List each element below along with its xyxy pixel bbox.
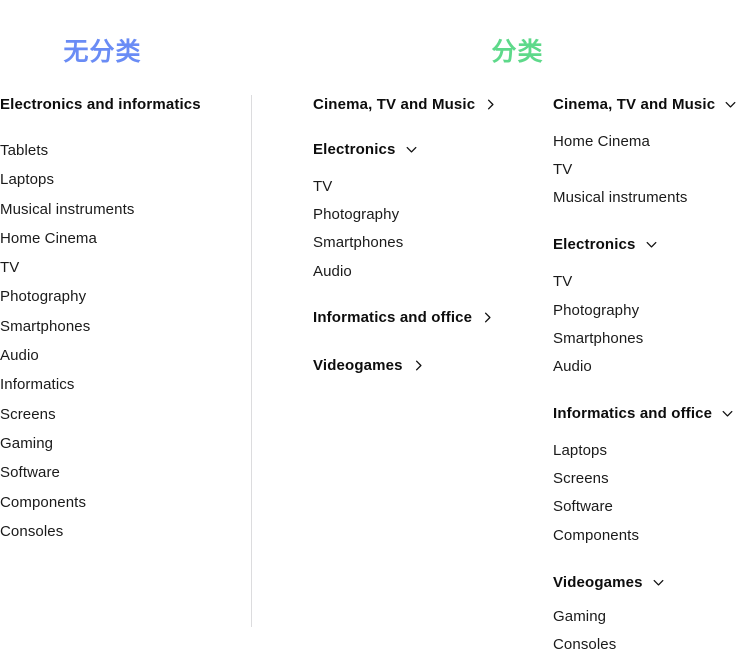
category-group: Videogames bbox=[313, 358, 538, 373]
category-item[interactable]: Home Cinema bbox=[553, 134, 750, 149]
category-group-label: Electronics bbox=[553, 236, 636, 254]
header-uncategorized: 无分类 bbox=[63, 38, 142, 66]
category-group-header[interactable]: Informatics and office bbox=[313, 310, 538, 325]
category-item[interactable]: Components bbox=[0, 495, 240, 510]
chevron-down-icon[interactable] bbox=[645, 238, 658, 251]
chevron-down-icon[interactable] bbox=[652, 576, 665, 589]
category-group-header[interactable]: Videogames bbox=[313, 358, 538, 373]
category-item[interactable]: TV bbox=[313, 179, 538, 194]
category-group-header[interactable]: Cinema, TV and Music bbox=[313, 97, 538, 112]
category-group: Cinema, TV and Music Home Cinema TV Musical… bbox=[553, 97, 750, 205]
category-item[interactable]: Informatics bbox=[0, 377, 240, 392]
category-group-items: Gaming Consoles bbox=[553, 609, 750, 652]
category-item[interactable]: Audio bbox=[553, 359, 750, 374]
category-group-items: TV Photography Smartphones Audio bbox=[553, 274, 750, 374]
category-item[interactable]: Photography bbox=[553, 303, 750, 318]
category-item[interactable]: Smartphones bbox=[313, 235, 538, 250]
category-item[interactable]: TV bbox=[553, 162, 750, 177]
category-item[interactable]: Photography bbox=[313, 207, 538, 222]
category-group-label: Cinema, TV and Music bbox=[553, 96, 716, 113]
chevron-right-icon[interactable] bbox=[481, 311, 494, 324]
category-group-header[interactable]: Cinema, TV and Music bbox=[553, 97, 750, 112]
category-group: Electronics TV Photography Smartphones Audio bbox=[313, 142, 538, 279]
chevron-right-icon[interactable] bbox=[484, 98, 497, 111]
category-item[interactable]: Audio bbox=[0, 348, 240, 363]
category-item[interactable]: Components bbox=[553, 528, 750, 543]
category-item[interactable]: Smartphones bbox=[553, 331, 750, 346]
category-item[interactable]: Software bbox=[0, 465, 240, 480]
category-group: Informatics and office Laptops Screens Soft… bbox=[553, 406, 750, 543]
category-group: Videogames Gaming Consoles bbox=[553, 575, 750, 652]
category-group-items: Laptops Screens Software Components bbox=[553, 443, 750, 543]
chevron-down-icon[interactable] bbox=[724, 98, 737, 111]
category-group-header[interactable]: Videogames bbox=[553, 575, 750, 590]
category-item[interactable]: Gaming bbox=[0, 436, 240, 451]
category-item[interactable]: Smartphones bbox=[0, 319, 240, 334]
flat-column-heading-label: Electronics and informatics bbox=[0, 96, 201, 113]
category-item[interactable]: TV bbox=[0, 260, 240, 275]
category-group-header[interactable]: Electronics bbox=[313, 142, 538, 157]
category-item[interactable]: Laptops bbox=[0, 172, 240, 187]
category-group-header[interactable]: Informatics and office bbox=[553, 406, 750, 421]
flat-item-list: Tablets Laptops Musical instruments Home Ci… bbox=[0, 143, 240, 539]
category-item[interactable]: Screens bbox=[553, 471, 750, 486]
category-group-label: Informatics and office bbox=[553, 404, 713, 422]
flat-category-column: Electronics and informatics Tablets Lapto… bbox=[0, 97, 240, 539]
header-categorized: 分类 bbox=[491, 38, 544, 66]
flat-column-heading: Electronics and informatics bbox=[0, 97, 240, 112]
chevron-right-icon[interactable] bbox=[412, 359, 425, 372]
category-item[interactable]: Screens bbox=[0, 407, 240, 422]
column-divider bbox=[251, 95, 252, 627]
category-group-label: Informatics and office bbox=[313, 308, 473, 326]
category-group-label: Videogames bbox=[313, 356, 403, 374]
category-item[interactable]: Consoles bbox=[553, 637, 750, 652]
category-group: Cinema, TV and Music bbox=[313, 97, 538, 112]
category-group-label: Cinema, TV and Music bbox=[313, 96, 476, 113]
category-item[interactable]: Laptops bbox=[553, 443, 750, 458]
category-item[interactable]: Photography bbox=[0, 289, 240, 304]
category-item[interactable]: TV bbox=[553, 274, 750, 289]
category-group: Informatics and office bbox=[313, 310, 538, 325]
category-item[interactable]: Musical instruments bbox=[0, 202, 240, 217]
right-category-column: Cinema, TV and Music Home Cinema TV Musical… bbox=[553, 97, 750, 652]
category-group-header[interactable]: Electronics bbox=[553, 237, 750, 252]
category-group-items: TV Photography Smartphones Audio bbox=[313, 179, 538, 279]
category-group-label: Electronics bbox=[313, 141, 396, 158]
category-item[interactable]: Software bbox=[553, 499, 750, 514]
category-item[interactable]: Home Cinema bbox=[0, 231, 240, 246]
category-group: Electronics TV Photography Smartphones Audio bbox=[553, 237, 750, 374]
category-item[interactable]: Gaming bbox=[553, 609, 750, 624]
category-item[interactable]: Tablets bbox=[0, 143, 240, 158]
chevron-down-icon[interactable] bbox=[405, 143, 418, 156]
column-headers: 无分类 分类 bbox=[0, 0, 750, 90]
middle-category-column: Cinema, TV and Music Electronics TV Photogr… bbox=[313, 97, 538, 373]
category-group-label: Videogames bbox=[553, 573, 643, 591]
category-item[interactable]: Audio bbox=[313, 264, 538, 279]
category-item[interactable]: Musical instruments bbox=[553, 190, 750, 205]
category-item[interactable]: Consoles bbox=[0, 524, 240, 539]
chevron-down-icon[interactable] bbox=[721, 407, 734, 420]
category-group-items: Home Cinema TV Musical instruments bbox=[553, 134, 750, 205]
